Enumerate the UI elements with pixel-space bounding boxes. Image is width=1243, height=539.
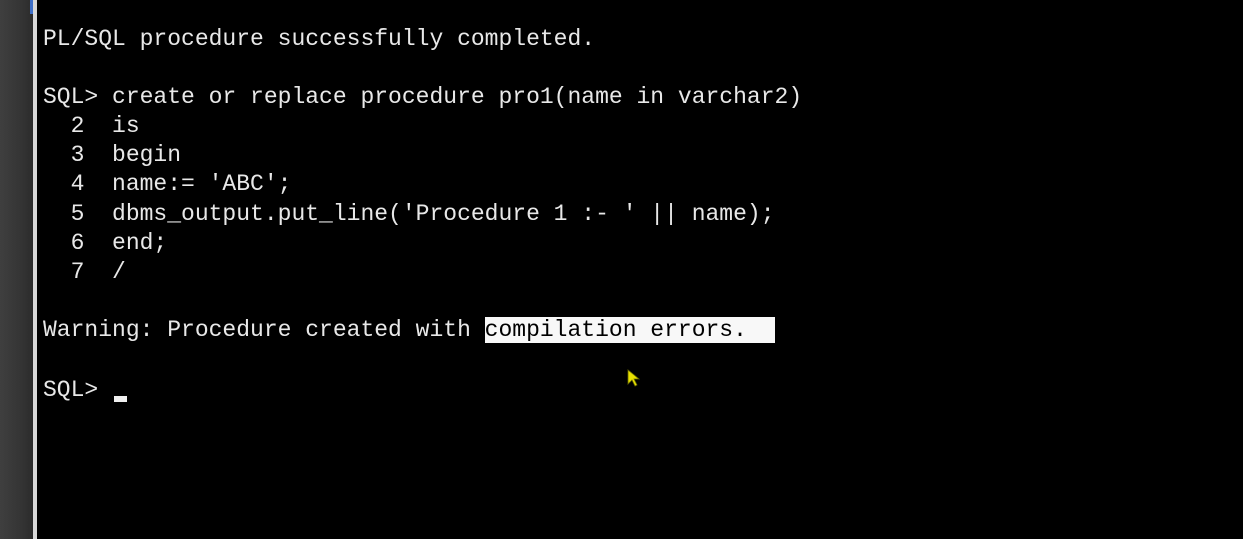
selected-text-highlight[interactable]: compilation errors. (484, 317, 775, 343)
sql-prompt[interactable]: SQL> (43, 375, 112, 405)
mouse-pointer-icon (627, 369, 641, 387)
text-cursor-icon (114, 396, 127, 402)
sqlplus-console[interactable]: PL/SQL procedure successfully completed.… (33, 0, 1243, 539)
command-line: 2 is (43, 113, 140, 139)
command-line: 4 name:= 'ABC'; (43, 171, 292, 197)
command-line: 7 / (43, 259, 126, 285)
output-line: PL/SQL procedure successfully completed. (43, 26, 596, 52)
highlighted-warning-text: compilation errors. (484, 317, 747, 343)
warning-line: Warning: Procedure created with compilat… (43, 315, 775, 345)
command-line: 5 dbms_output.put_line('Procedure 1 :- '… (43, 201, 775, 227)
command-line: 3 begin (43, 142, 182, 168)
warning-text: Warning: Procedure created with (43, 317, 485, 343)
terminal-window: PL/SQL procedure successfully completed.… (0, 0, 1243, 539)
desktop-left-edge (0, 0, 35, 539)
command-line: 6 end; (43, 230, 168, 256)
command-line: SQL> create or replace procedure pro1(na… (43, 84, 803, 110)
